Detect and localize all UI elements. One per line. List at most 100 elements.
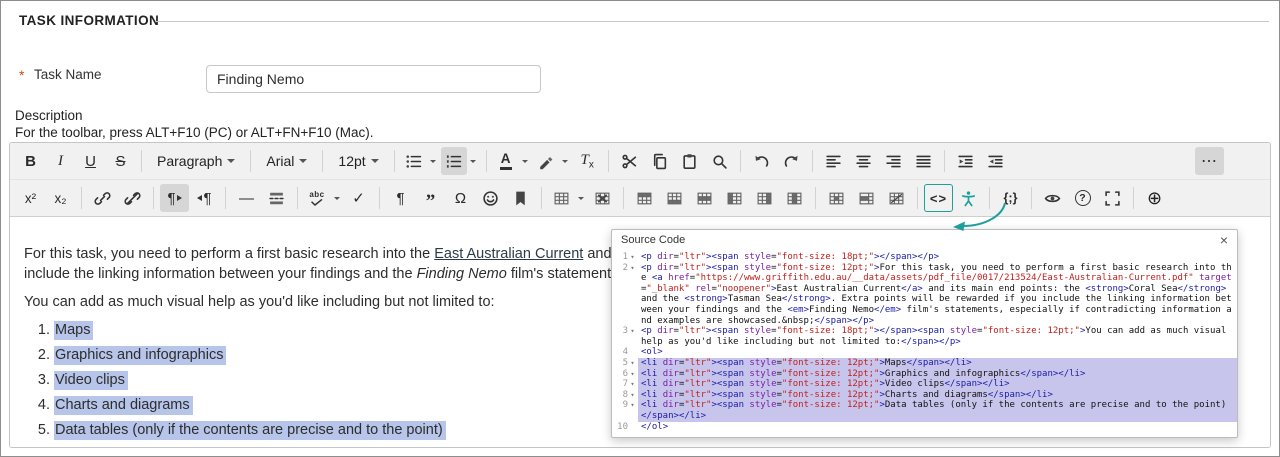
split-cell-button[interactable] [882,184,911,212]
delete-column-button[interactable] [780,184,809,212]
font-family-dropdown[interactable]: Arial [257,147,316,175]
accept-check-button[interactable]: ✓ [344,184,373,212]
code-line[interactable]: 5 ▾ <li dir="ltr"><span style="font-size: … [612,357,1237,369]
chevron-down-icon [227,159,236,163]
copy-button[interactable] [645,147,674,175]
insert-content-button[interactable]: ⊕ [1140,184,1169,212]
indent-button[interactable] [951,147,980,175]
link-icon [94,191,111,205]
toolbar-divider [739,150,741,172]
insert-row-above-button[interactable] [630,184,659,212]
spellcheck-split-button[interactable]: abc [304,184,343,212]
rtl-icon: ¶ [197,190,212,207]
code-line[interactable]: 10 </ol> [612,422,1237,433]
cut-button[interactable] [615,147,644,175]
fullscreen-button[interactable] [1098,184,1127,212]
emoticons-button[interactable] [476,184,505,212]
code-line[interactable]: 4 <ol> [612,347,1237,358]
undo-button[interactable] [747,147,776,175]
toolbar-divider [379,187,380,209]
remove-link-button[interactable] [118,184,147,212]
bullet-list-icon [406,154,422,168]
toolbar-divider [153,187,154,209]
blockquote-button[interactable]: ” [416,184,445,212]
font-size-dropdown[interactable]: 12pt [329,147,387,175]
copy-icon [653,153,666,169]
fullscreen-icon [1105,190,1120,206]
insert-row-below-button[interactable] [660,184,689,212]
show-invisibles-button[interactable]: ¶ [386,184,415,212]
page-break-button[interactable] [262,184,291,212]
help-button[interactable]: ? [1068,184,1097,212]
subscript-button[interactable]: x₂ [46,184,75,212]
strikethrough-button[interactable]: S [106,147,135,175]
line-number-gutter: 4 [622,347,628,358]
cell-properties-icon [829,192,844,204]
code-line[interactable]: 6 ▾ <li dir="ltr"><span style="font-size: … [612,368,1237,380]
section-divider [156,21,1269,22]
east-australian-current-link[interactable]: East Australian Current [434,246,583,262]
line-number-gutter: 1 ▾ [622,252,635,262]
outdent-button[interactable] [981,147,1010,175]
align-right-button[interactable] [879,147,908,175]
insert-column-before-button[interactable] [720,184,749,212]
toolbar-divider [225,187,226,209]
clear-formatting-button[interactable]: Tx [573,147,602,175]
redo-button[interactable] [777,147,806,175]
source-code-callout-arrow-icon [953,202,1006,231]
spellcheck-icon: abc [309,190,324,206]
paste-icon [683,153,696,169]
description-label: Description [15,108,83,123]
scissors-icon [622,154,636,168]
more-toolbar-options-button[interactable]: ⋯ [1195,147,1224,175]
align-center-button[interactable] [849,147,878,175]
source-code-editor[interactable]: 1 ▾ <p dir="ltr"><span style="font-size: 1… [612,250,1237,437]
delete-row-button[interactable] [690,184,719,212]
merge-cells-button[interactable] [852,184,881,212]
bullet-list-split-button[interactable] [401,147,440,175]
toolbar-divider [811,150,813,172]
highlight-color-split-button[interactable] [533,147,572,175]
right-to-left-button[interactable]: ¶ [190,184,219,212]
chevron-down-icon [522,159,529,163]
section-title: TASK INFORMATION [19,13,160,28]
delete-table-button[interactable] [588,184,617,212]
paste-button[interactable] [675,147,704,175]
close-icon[interactable]: × [1220,233,1228,247]
horizontal-rule-button[interactable]: — [232,184,261,212]
task-name-input[interactable] [206,65,541,93]
toolbar-row-1: B I U S Paragraph Arial 12pt A Tx ⋯ [10,143,1270,180]
align-left-button[interactable] [819,147,848,175]
selected-list-text: Data tables (only if the contents are pr… [54,421,446,440]
cell-properties-button[interactable] [822,184,851,212]
superscript-button[interactable]: x² [16,184,45,212]
toolbar-divider [141,150,142,172]
code-line[interactable]: 9 ▾ <li dir="ltr"><span style="font-size: … [612,400,1237,422]
insert-link-button[interactable] [88,184,117,212]
underline-button[interactable]: U [76,147,105,175]
left-to-right-button[interactable]: ¶ [160,184,189,212]
task-information-page: { "page": { "section_title": "TASK INFOR… [0,0,1280,457]
table-split-button[interactable] [548,184,587,212]
font-size-value: 12pt [338,153,366,169]
italic-button[interactable]: I [46,147,75,175]
text-color-split-button[interactable]: A [493,147,532,175]
code-line[interactable]: 2 ▾ <p dir="ltr"><span style="font-size: 1… [612,263,1237,327]
bold-button[interactable]: B [16,147,45,175]
paragraph-format-dropdown[interactable]: Paragraph [148,147,244,175]
preview-button[interactable] [1038,184,1067,212]
special-character-button[interactable]: Ω [446,184,475,212]
chevron-down-icon [577,196,584,200]
selected-list-text: Maps [54,321,94,340]
code-line[interactable]: 3 ▾ <p dir="ltr"><span style="font-size: 1… [612,326,1237,347]
insert-column-after-button[interactable] [750,184,779,212]
justify-button[interactable] [909,147,938,175]
numbered-list-split-button[interactable] [440,147,480,175]
bookmark-button[interactable] [506,184,535,212]
search-button[interactable] [705,147,734,175]
paragraph-text: Finding Nemo [416,266,507,282]
code-line[interactable]: 8 ▾ <li dir="ltr"><span style="font-size: … [612,389,1237,401]
code-line[interactable]: 1 ▾ <p dir="ltr"><span style="font-size: 1… [612,252,1237,263]
blockquote-icon: ” [425,191,436,212]
code-line[interactable]: 7 ▾ <li dir="ltr"><span style="font-size: … [612,379,1237,390]
